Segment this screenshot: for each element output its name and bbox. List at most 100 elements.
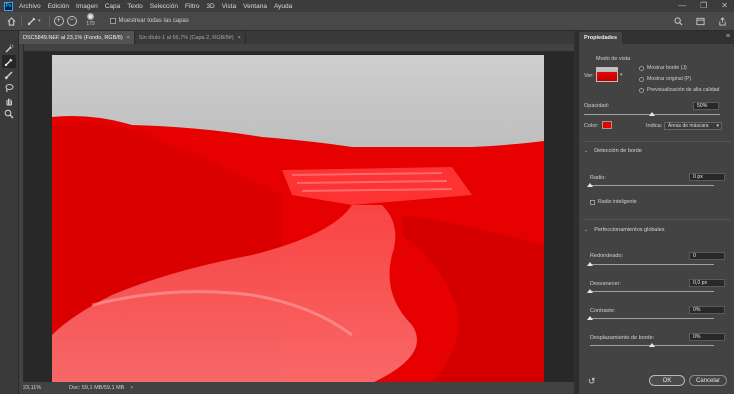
menu-ayuda[interactable]: Ayuda	[274, 3, 292, 10]
menu-filtro[interactable]: Filtro	[185, 3, 199, 10]
workspace-icon[interactable]	[694, 15, 706, 27]
close-button[interactable]: ✕	[721, 1, 728, 10]
separator	[21, 15, 22, 27]
contrast-field[interactable]: 0%	[689, 306, 725, 314]
mask-color-swatch[interactable]	[602, 121, 612, 129]
show-edge-option[interactable]: Mostrar borde (J)	[639, 65, 687, 71]
properties-panel: Propiedades ≡ Modo de vista Ver: ▾ Mostr…	[578, 31, 734, 394]
subtract-from-selection-icon[interactable]: −	[66, 16, 77, 26]
zoom-level[interactable]: 23,11%	[23, 385, 59, 391]
view-label: Ver:	[584, 73, 594, 79]
horizontal-ruler	[24, 44, 574, 52]
smart-radius-option[interactable]: Radio inteligente	[590, 199, 637, 205]
indicates-label: Indica:	[646, 123, 663, 129]
indicates-select[interactable]: Áreas de máscara ▾	[664, 122, 722, 130]
brush-tip-icon	[87, 13, 95, 20]
contrast-label: Contraste:	[590, 308, 616, 314]
feather-label: Desvanecer:	[590, 281, 621, 287]
feather-slider-track[interactable]	[590, 291, 714, 292]
tab-properties[interactable]: Propiedades	[579, 32, 623, 44]
window-controls: — ❐ ✕	[678, 1, 728, 10]
sample-all-layers-checkbox[interactable]	[109, 18, 116, 24]
radius-label: Radio:	[590, 175, 606, 181]
high-quality-preview-option[interactable]: Previsualización de alta calidad	[639, 87, 719, 93]
smooth-field[interactable]: 0	[689, 252, 725, 260]
close-tab-icon[interactable]: ×	[127, 35, 130, 41]
contrast-slider-thumb[interactable]	[587, 316, 593, 320]
home-icon[interactable]	[5, 15, 17, 27]
tab-dsc5849[interactable]: DSC5849.NEF al 23,1% (Fondo, RGB/8) ×	[19, 31, 135, 44]
show-edge-checkbox[interactable]	[639, 65, 644, 71]
menu-texto[interactable]: Texto	[127, 3, 143, 10]
menu-capa[interactable]: Capa	[105, 3, 121, 10]
edge-detection-header[interactable]: ⌄ Detección de borde	[584, 148, 642, 154]
opacity-slider-thumb[interactable]	[649, 112, 655, 116]
show-original-option[interactable]: Mostrar original (P)	[639, 76, 691, 82]
brush-size-picker[interactable]: 179	[84, 13, 98, 29]
maximize-button[interactable]: ❐	[700, 1, 707, 10]
share-icon[interactable]	[716, 15, 728, 27]
show-edge-label: Mostrar borde (J)	[647, 65, 687, 71]
smooth-slider-track[interactable]	[590, 264, 714, 265]
menu-ventana[interactable]: Ventana	[243, 3, 267, 10]
sample-all-layers-label: Muestrear todas las capas	[118, 18, 189, 24]
menu-archivo[interactable]: Archivo	[19, 3, 41, 10]
minimize-button[interactable]: —	[678, 1, 686, 10]
menu-imagen[interactable]: Imagen	[76, 3, 98, 10]
tool-preset-chevron-icon[interactable]: ▾	[38, 18, 41, 24]
menu-seleccion[interactable]: Selección	[150, 3, 178, 10]
status-menu-chevron-icon[interactable]: >	[130, 385, 133, 391]
document-tabs: DSC5849.NEF al 23,1% (Fondo, RGB/8) × Si…	[19, 31, 574, 44]
opacity-field[interactable]: 50%	[693, 102, 719, 110]
brush-tool-icon[interactable]	[2, 68, 16, 81]
show-original-checkbox[interactable]	[639, 76, 644, 82]
options-right-icons	[662, 12, 734, 30]
quick-selection-tool-icon[interactable]	[2, 42, 16, 55]
view-mode-chevron-icon[interactable]: ▾	[620, 72, 623, 78]
chevron-down-icon: ⌄	[584, 148, 589, 154]
divider	[583, 219, 731, 220]
tab-label: Sin título-1 al 66,7% (Capa 2, RGB/8#)	[138, 34, 234, 41]
indicates-chevron-down-icon: ▾	[716, 123, 719, 129]
radius-field[interactable]: 0 px	[689, 173, 725, 181]
view-mode-label: Modo de vista	[596, 56, 631, 62]
refine-brush-icon[interactable]	[26, 15, 38, 27]
panel-menu-icon[interactable]: ≡	[726, 33, 730, 40]
lasso-tool-icon[interactable]	[2, 81, 16, 94]
tab-label: DSC5849.NEF al 23,1% (Fondo, RGB/8)	[23, 34, 123, 41]
contrast-slider-track[interactable]	[590, 318, 714, 319]
feather-slider-thumb[interactable]	[587, 289, 593, 293]
menu-3d[interactable]: 3D	[206, 3, 214, 10]
smart-radius-checkbox[interactable]	[590, 199, 595, 205]
high-quality-preview-checkbox[interactable]	[639, 87, 644, 93]
smooth-slider-thumb[interactable]	[587, 262, 593, 266]
menu-edicion[interactable]: Edición	[48, 3, 69, 10]
tool-panel	[0, 31, 19, 394]
add-to-selection-icon[interactable]: +	[53, 16, 64, 26]
shift-edge-field[interactable]: 0%	[689, 333, 725, 341]
divider	[583, 141, 731, 142]
show-original-label: Mostrar original (P)	[647, 76, 692, 82]
document-canvas-image[interactable]	[52, 55, 544, 383]
color-label: Color:	[584, 123, 599, 129]
radius-slider-track[interactable]	[590, 185, 714, 186]
global-refinements-header[interactable]: ⌄ Perfeccionamientos globales	[584, 227, 665, 233]
chevron-down-icon: ⌄	[584, 227, 589, 233]
search-icon[interactable]	[672, 15, 684, 27]
reset-icon[interactable]: ↺	[588, 376, 596, 387]
edge-detection-title: Detección de borde	[594, 148, 642, 154]
tab-sin-titulo-1[interactable]: Sin título-1 al 66,7% (Capa 2, RGB/8#) ×	[135, 31, 246, 44]
hand-tool-icon[interactable]	[2, 94, 16, 107]
refine-edge-brush-tool-icon[interactable]	[2, 55, 16, 68]
radius-slider-thumb[interactable]	[587, 183, 593, 187]
ok-button[interactable]: OK	[649, 375, 685, 386]
photoshop-logo: Ps	[4, 1, 13, 11]
cancel-button[interactable]: Cancelar	[689, 375, 727, 386]
panel-tab-bar: Propiedades	[579, 31, 734, 44]
menu-vista[interactable]: Vista	[222, 3, 236, 10]
feather-field[interactable]: 0,0 px	[689, 279, 725, 287]
shift-edge-slider-thumb[interactable]	[649, 343, 655, 347]
zoom-tool-icon[interactable]	[2, 107, 16, 120]
close-tab-icon[interactable]: ×	[238, 35, 241, 41]
view-mode-thumbnail[interactable]	[596, 67, 618, 82]
